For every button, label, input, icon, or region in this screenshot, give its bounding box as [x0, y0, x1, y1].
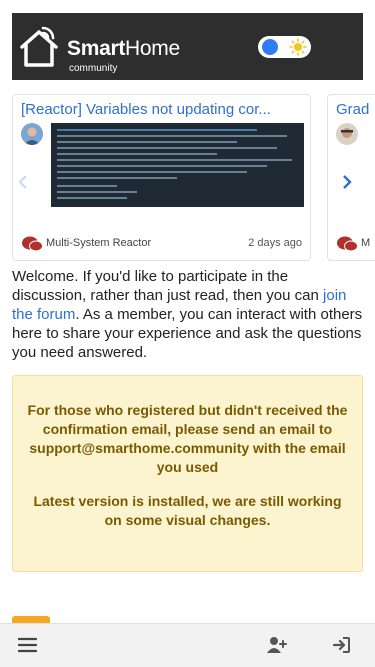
- topic-thumbnail[interactable]: [51, 123, 304, 207]
- topic-title[interactable]: [Reactor] Variables not updating cor...: [21, 101, 306, 118]
- site-header: SmartHome community: [12, 13, 363, 80]
- announcement-notice: For those who registered but didn't rece…: [12, 375, 363, 572]
- home-wifi-logo-icon: [20, 26, 58, 67]
- notice-version-text: Latest version is installed, we are stil…: [33, 493, 342, 528]
- topic-title[interactable]: Grad: [336, 101, 375, 118]
- avatar[interactable]: [21, 123, 43, 145]
- hamburger-menu-icon[interactable]: [18, 636, 37, 654]
- chevron-left-icon[interactable]: [18, 172, 28, 195]
- category-label[interactable]: M: [361, 237, 370, 249]
- logo-title: SmartHome: [67, 37, 180, 60]
- category-label[interactable]: Multi-System Reactor: [46, 237, 151, 249]
- topic-card[interactable]: [Reactor] Variables not updating cor...: [12, 94, 311, 261]
- comments-icon: [22, 236, 43, 252]
- theme-toggle[interactable]: [258, 36, 311, 58]
- user-plus-icon[interactable]: [267, 636, 287, 654]
- chevron-right-icon[interactable]: [342, 172, 352, 195]
- site-logo[interactable]: SmartHome community: [18, 23, 218, 74]
- sun-icon: [289, 38, 307, 56]
- sign-in-icon[interactable]: [333, 636, 351, 654]
- notice-confirmation-text: For those who registered but didn't rece…: [27, 402, 348, 475]
- topic-carousel: [Reactor] Variables not updating cor...: [12, 94, 375, 262]
- logo-subtitle: community: [69, 63, 118, 74]
- user-avatar-icon: [21, 123, 43, 145]
- comments-icon: [337, 236, 358, 252]
- avatar[interactable]: [336, 123, 358, 145]
- welcome-text: Welcome. If you'd like to participate in…: [12, 268, 363, 361]
- bottom-toolbar: [0, 623, 375, 667]
- toggle-knob: [262, 39, 278, 55]
- user-avatar-icon: [336, 123, 358, 145]
- topic-date: 2 days ago: [248, 237, 302, 249]
